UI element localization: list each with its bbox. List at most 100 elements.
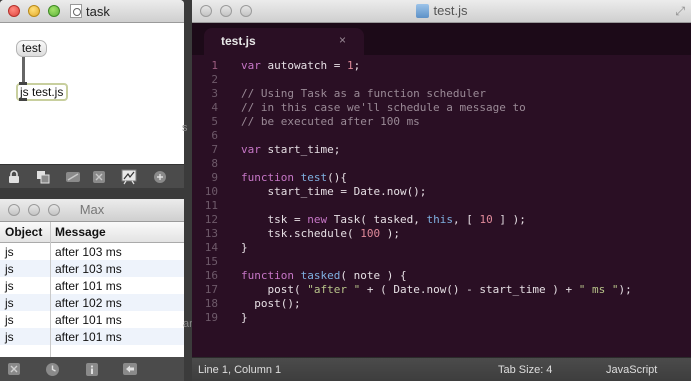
code-text: ] ); [492, 213, 526, 226]
lock-icon[interactable] [6, 169, 22, 185]
keyword: function [241, 171, 294, 184]
code-text: + ( Date.now() - start_time ) + [360, 283, 579, 296]
test-message-box[interactable]: test [16, 40, 47, 57]
arrow-left-icon[interactable] [122, 361, 138, 377]
table-row[interactable]: js after 101 ms [0, 328, 184, 345]
line-number: 4 [211, 101, 218, 114]
row-object: js [5, 313, 14, 327]
function-name: tasked [300, 269, 341, 282]
tab-label: test.js [221, 34, 256, 48]
line-number: 13 [204, 227, 218, 240]
js-inlet[interactable] [19, 82, 27, 85]
line-number: 18 [204, 297, 218, 310]
editor-title: test.js [433, 3, 468, 18]
patcher-canvas[interactable]: test js test.js [0, 23, 184, 164]
code-text: ; [353, 59, 361, 72]
js-file-icon [415, 3, 429, 18]
close-window-button[interactable] [8, 5, 20, 17]
code-line: start_time = Date.now(); [241, 185, 427, 198]
add-icon[interactable] [152, 169, 168, 185]
code-line: } [241, 311, 248, 324]
cursor-position: Line 1, Column 1 [198, 364, 282, 376]
fullscreen-icon[interactable]: ⤢ [675, 4, 685, 19]
presentation-icon[interactable] [35, 169, 51, 185]
tab-test-js[interactable]: test.js × [204, 28, 364, 55]
column-header-message[interactable]: Message [55, 225, 106, 239]
table-row[interactable]: js after 102 ms [0, 294, 184, 311]
string-literal: " ms " [578, 283, 619, 296]
status-bar: Line 1, Column 1 Tab Size: 4 JavaScript [192, 357, 691, 381]
background-text-fragment: s [182, 122, 188, 134]
editor-titlebar[interactable]: test.js ⤢ [192, 0, 691, 23]
patcher-title: task [86, 3, 110, 19]
code-text: (){ [327, 171, 347, 184]
code-text: ( note ) { [340, 269, 407, 282]
code-comment: // Using Task as a function scheduler [241, 87, 487, 100]
column-header-object[interactable]: Object [5, 225, 42, 239]
info-icon[interactable] [84, 361, 100, 377]
code-line: } [241, 241, 248, 254]
code-comment: // in this case we'll schedule a message… [241, 101, 526, 114]
line-number: 14 [204, 241, 218, 254]
code-line: post(); [241, 297, 301, 310]
table-row[interactable]: js after 101 ms [0, 277, 184, 294]
syntax-selector[interactable]: JavaScript [606, 364, 657, 376]
console-title: Max [79, 202, 105, 217]
code-area[interactable]: 1 2 3 4 5 6 7 8 9 10 11 12 13 14 15 16 1… [192, 57, 691, 357]
line-number: 7 [211, 143, 218, 156]
line-number: 2 [211, 73, 218, 86]
patchcord-icon[interactable] [65, 169, 81, 185]
code-text: start_time; [260, 143, 341, 156]
line-number: 12 [204, 213, 218, 226]
clear-icon[interactable] [91, 169, 107, 185]
line-number: 17 [204, 283, 218, 296]
table-row[interactable]: js after 103 ms [0, 243, 184, 260]
tab-close-icon[interactable]: × [339, 33, 346, 47]
line-number: 9 [211, 171, 218, 184]
inspector-icon[interactable] [121, 169, 137, 185]
column-divider[interactable] [50, 222, 51, 357]
line-number: 8 [211, 157, 218, 170]
line-number: 15 [204, 255, 218, 268]
row-object: js [5, 262, 14, 276]
line-number: 1 [211, 59, 218, 72]
clear-icon[interactable] [6, 361, 22, 377]
function-name: test [300, 171, 328, 184]
row-object: js [5, 330, 14, 344]
code-line: var start_time; [241, 143, 340, 156]
number-literal: 10 [479, 213, 493, 226]
editor-window: test.js ⤢ test.js × 1 2 3 4 5 6 7 8 9 10… [192, 0, 691, 381]
code-line: tsk.schedule( 100 ); [241, 227, 399, 240]
patch-cord[interactable] [22, 57, 25, 83]
line-number: 3 [211, 87, 218, 100]
table-row[interactable]: js after 101 ms [0, 311, 184, 328]
line-number: 19 [204, 311, 218, 324]
code-comment: // be executed after 100 ms [241, 115, 420, 128]
console-titlebar[interactable]: Max [0, 199, 184, 222]
tab-size-selector[interactable]: Tab Size: 4 [498, 364, 552, 376]
keyword: var [241, 59, 261, 72]
code-text: autowatch = [260, 59, 347, 72]
js-outlet[interactable] [19, 98, 27, 101]
line-number: 5 [211, 115, 218, 128]
code-text: post( [241, 283, 308, 296]
code-text: ); [618, 283, 632, 296]
row-object: js [5, 296, 14, 310]
max-console-window: Max Object Message js after 103 ms js af… [0, 199, 184, 381]
clock-icon[interactable] [44, 361, 60, 377]
row-message: after 101 ms [55, 330, 122, 344]
line-number: 6 [211, 129, 218, 142]
row-message: after 102 ms [55, 296, 122, 310]
number-literal: 100 [360, 227, 381, 240]
row-message: after 101 ms [55, 313, 122, 327]
zoom-window-button[interactable] [48, 5, 60, 17]
tab-bar: test.js × [192, 23, 691, 55]
table-row[interactable]: js after 103 ms [0, 260, 184, 277]
number-literal: 1 [346, 59, 354, 72]
line-number: 16 [204, 269, 218, 282]
patcher-titlebar[interactable]: task [0, 0, 184, 23]
code-line: post( "after " + ( Date.now() - start_ti… [241, 283, 632, 296]
keyword: new [307, 213, 328, 226]
minimize-window-button[interactable] [28, 5, 40, 17]
